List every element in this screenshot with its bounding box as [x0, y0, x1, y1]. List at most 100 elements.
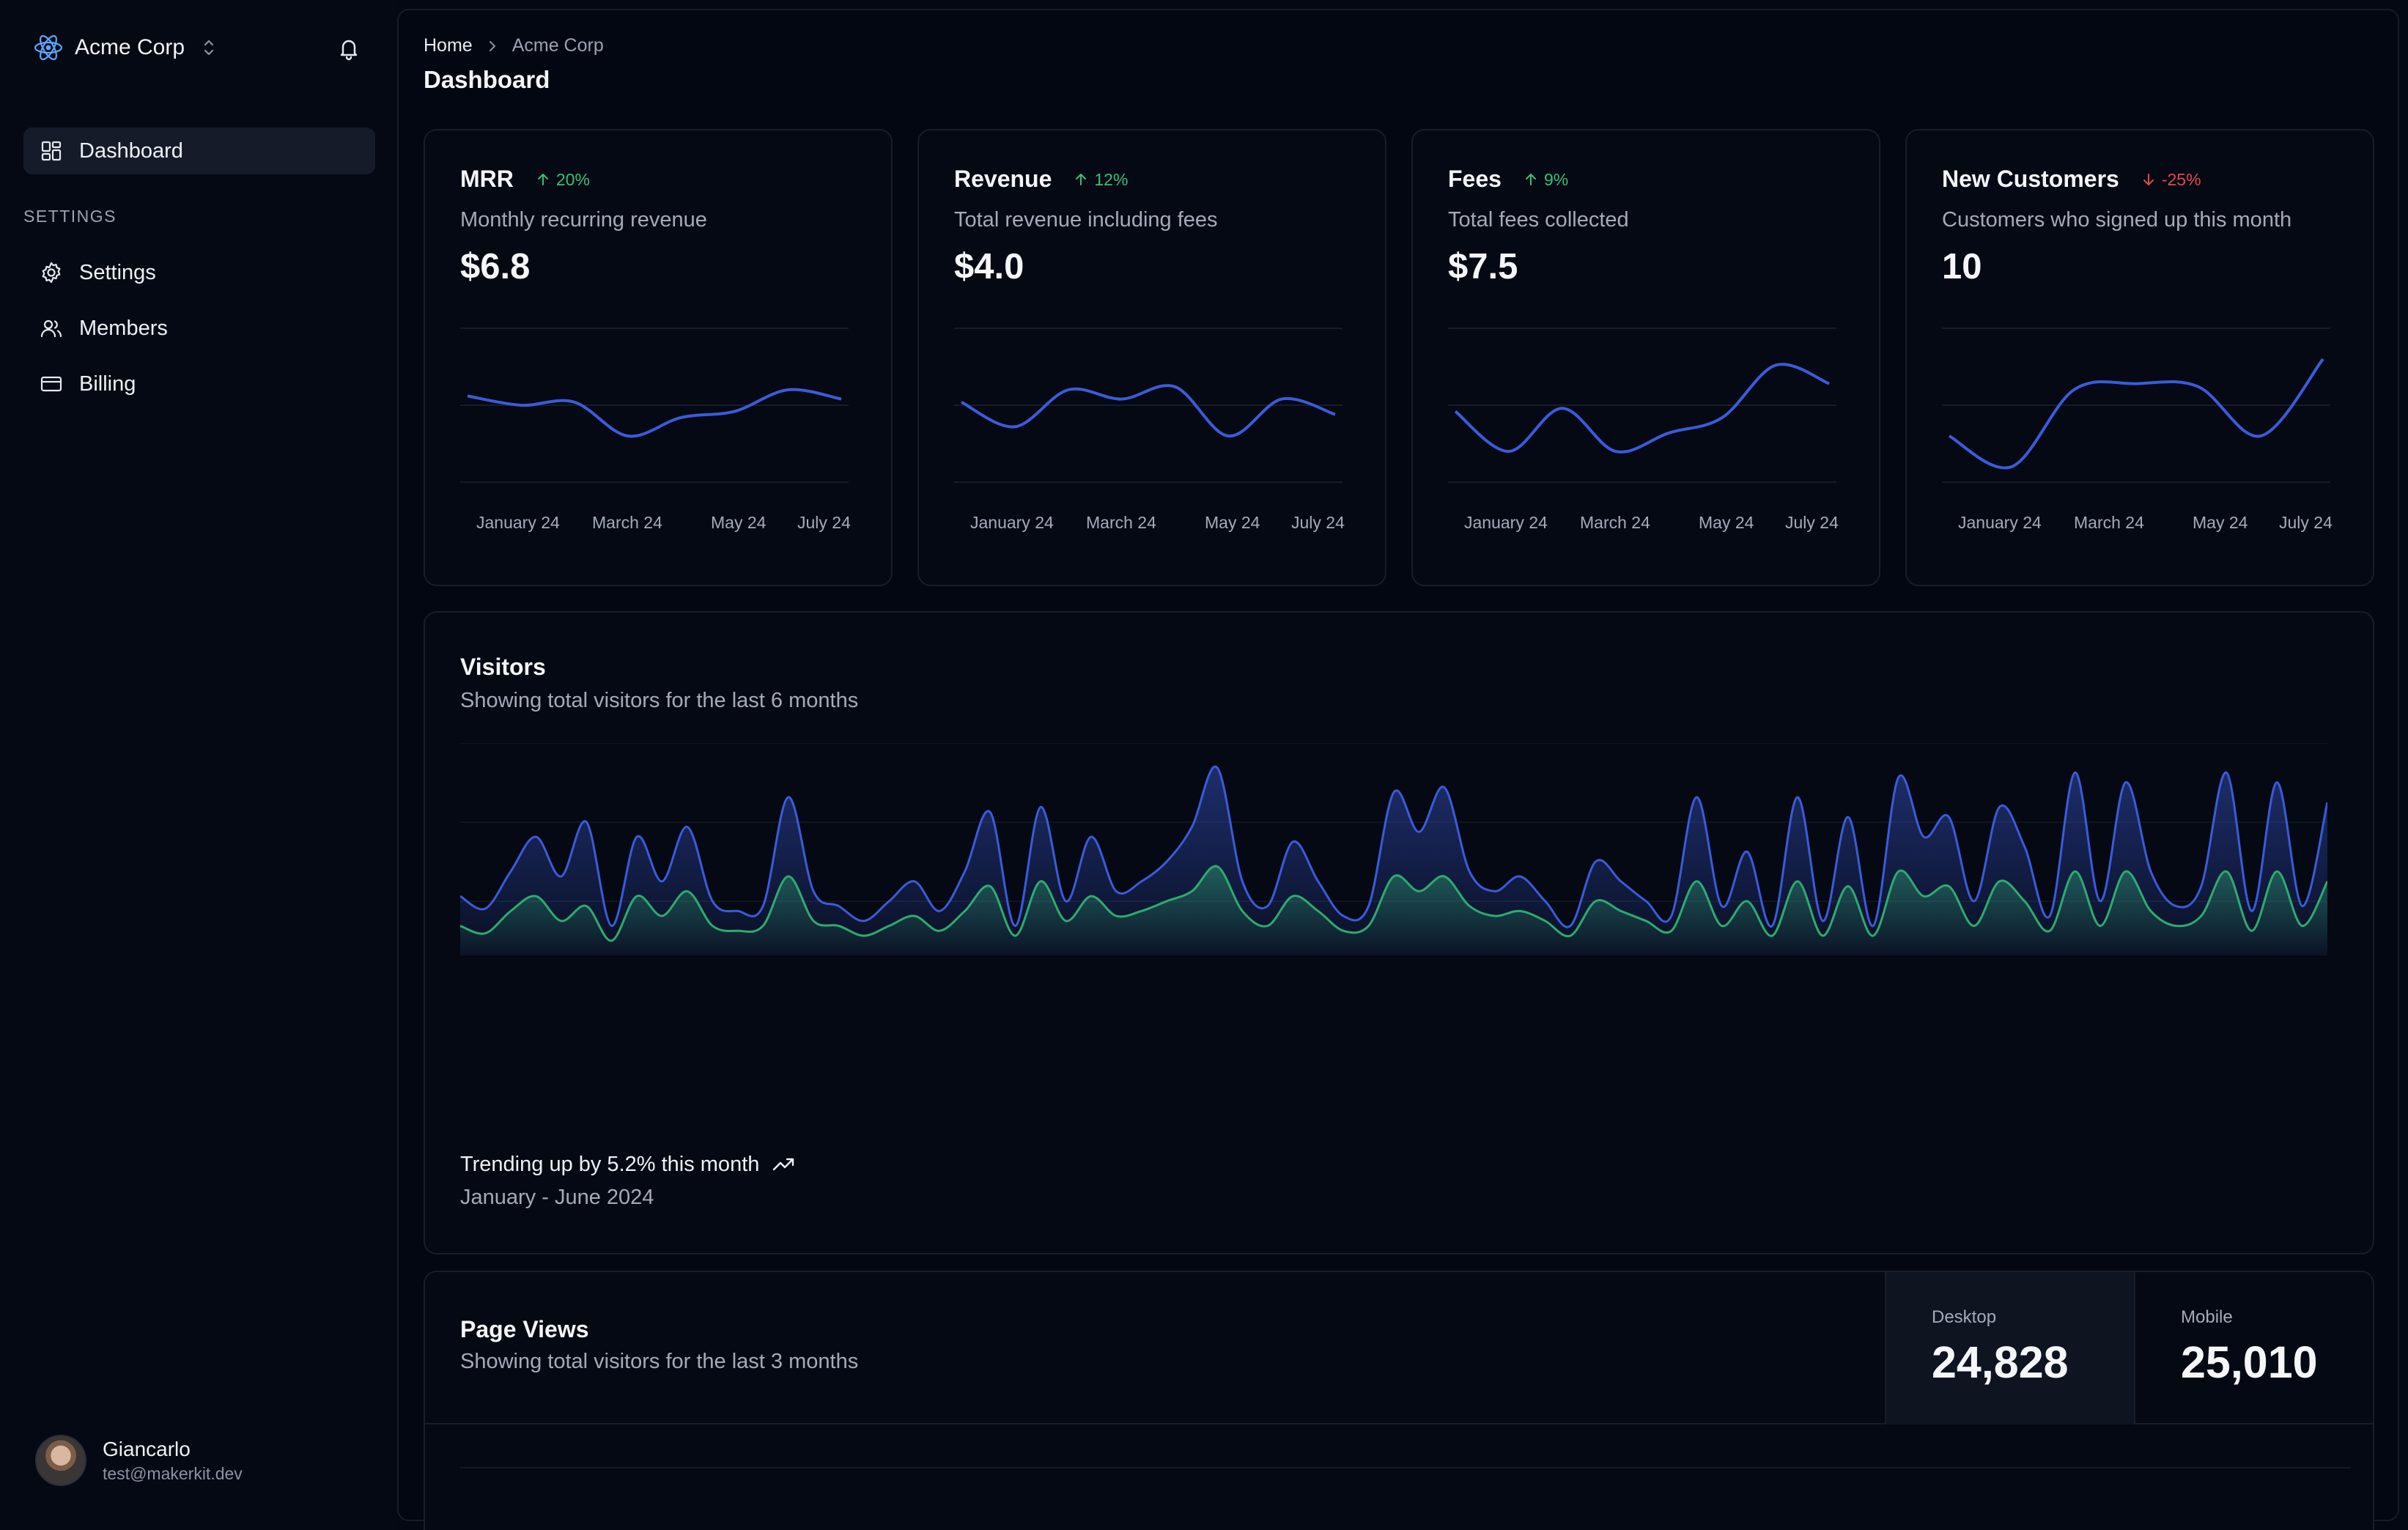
kpi-title: MRR: [460, 166, 514, 192]
sidebar-item-members[interactable]: Members: [23, 305, 375, 352]
x-tick-label: January 24: [476, 513, 560, 532]
kpi-value: 10: [1942, 247, 1982, 287]
trend-value: -25%: [2161, 169, 2201, 189]
x-tick-label: March 24: [1580, 513, 1650, 532]
sidebar-item-dashboard[interactable]: Dashboard: [23, 128, 375, 174]
kpi-card-fees: Fees 9% Total fees collected $7.5 Januar…: [1411, 129, 1880, 586]
mobile-toggle[interactable]: Mobile 25,010: [2134, 1272, 2376, 1424]
kpi-description: Total fees collected: [1448, 208, 1629, 232]
kpi-description: Customers who signed up this month: [1942, 208, 2292, 232]
kpi-title: Fees: [1448, 166, 1502, 192]
x-tick-label: March 24: [2074, 513, 2144, 532]
sidebar-item-label: Members: [79, 316, 168, 340]
visitors-title: Visitors: [460, 654, 546, 680]
visitors-area-chart: [460, 743, 2327, 956]
x-tick-label: January 24: [1464, 513, 1548, 532]
arrow-up-icon: [537, 174, 548, 185]
breadcrumb: Home Acme Corp: [424, 35, 604, 56]
settings-section-label: SETTINGS: [23, 207, 117, 226]
kpi-value: $4.0: [954, 247, 1024, 287]
page-views-card: Page Views Showing total visitors for th…: [424, 1271, 2374, 1530]
trend-badge: 20%: [536, 170, 590, 190]
sidebar-item-label: Settings: [79, 260, 156, 284]
x-tick-label: May 24: [2193, 513, 2248, 532]
trend-badge: -25%: [2141, 170, 2201, 190]
sparkline-chart: [1942, 328, 2330, 483]
series-line: [961, 384, 1336, 438]
chevron-right-icon: [489, 40, 495, 51]
kpi-card-new-customers: New Customers -25% Customers who signed …: [1905, 129, 2374, 586]
arrow-down-icon: [2143, 174, 2154, 185]
visitors-description: Showing total visitors for the last 6 mo…: [460, 689, 859, 712]
sparkline-chart: [1448, 328, 1836, 483]
arrow-up-icon: [1525, 174, 1536, 185]
kpi-title: New Customers: [1942, 166, 2119, 192]
arrow-up-icon: [1076, 174, 1087, 185]
page-views-header: Page Views Showing total visitors for th…: [425, 1272, 2373, 1424]
sidebar: Acme Corp Dashboard SETTINGS Settings Me…: [0, 0, 397, 1530]
kpi-card-mrr: MRR 20% Monthly recurring revenue $6.8 J…: [424, 129, 893, 586]
trend-text: Trending up by 5.2% this month: [460, 1152, 760, 1176]
bell-icon[interactable]: [333, 32, 365, 64]
page-views-title: Page Views: [460, 1316, 589, 1342]
kpi-title: Revenue: [954, 166, 1052, 192]
kpi-description: Total revenue including fees: [954, 208, 1218, 232]
page-title: Dashboard: [424, 66, 550, 93]
sidebar-item-label: Dashboard: [79, 138, 183, 163]
series-line: [467, 388, 842, 438]
credit-card-icon: [40, 376, 62, 392]
chart-gridline: [460, 1467, 2351, 1468]
trend-badge: 12%: [1074, 170, 1128, 190]
desktop-value: 24,828: [1932, 1337, 2069, 1387]
user-name: Giancarlo: [103, 1437, 191, 1460]
page-views-description: Showing total visitors for the last 3 mo…: [460, 1350, 859, 1373]
trend-value: 12%: [1094, 169, 1129, 189]
kpi-card-revenue: Revenue 12% Total revenue including fees…: [917, 129, 1386, 586]
series-line: [1948, 358, 2324, 470]
x-tick-label: July 24: [2279, 513, 2333, 532]
app-root: Acme Corp Dashboard SETTINGS Settings Me…: [0, 0, 2408, 1530]
breadcrumb-home-link[interactable]: Home: [424, 35, 473, 56]
user-email: test@makerkit.dev: [103, 1463, 243, 1483]
kpi-description: Monthly recurring revenue: [460, 208, 707, 232]
x-tick-label: March 24: [592, 513, 662, 532]
breadcrumb-current: Acme Corp: [511, 35, 604, 56]
users-icon: [40, 319, 62, 338]
org-switcher[interactable]: Acme Corp: [32, 29, 217, 66]
user-menu[interactable]: Giancarlo test@makerkit.dev: [35, 1435, 243, 1486]
x-tick-label: March 24: [1086, 513, 1156, 532]
date-range: January - June 2024: [460, 1186, 654, 1209]
trend-value: 9%: [1543, 169, 1569, 189]
mobile-value: 25,010: [2181, 1337, 2318, 1387]
series-line: [1454, 363, 1830, 454]
org-name: Acme Corp: [75, 35, 185, 59]
x-tick-label: January 24: [1958, 513, 2042, 532]
main-panel: Home Acme Corp Dashboard MRR 20% Monthly…: [397, 9, 2399, 1530]
x-tick-label: July 24: [797, 513, 851, 532]
gear-icon: [42, 262, 61, 284]
mobile-label: Mobile: [2181, 1307, 2233, 1327]
x-tick-label: May 24: [1699, 513, 1754, 532]
sidebar-item-billing[interactable]: Billing: [23, 361, 375, 407]
visitors-card: Visitors Showing total visitors for the …: [424, 611, 2374, 1254]
x-tick-label: July 24: [1785, 513, 1839, 532]
trending-up-icon: [773, 1158, 794, 1171]
x-tick-label: May 24: [1205, 513, 1260, 532]
sidebar-item-settings[interactable]: Settings: [23, 249, 375, 296]
x-tick-label: January 24: [970, 513, 1054, 532]
dashboard-icon: [41, 141, 62, 161]
kpi-value: $6.8: [460, 247, 531, 287]
trend-value: 20%: [555, 169, 590, 189]
chevrons-up-down-icon: [204, 40, 214, 56]
sparkline-chart: [460, 328, 849, 483]
avatar: [35, 1435, 86, 1486]
sidebar-item-label: Billing: [79, 372, 136, 396]
sparkline-chart: [954, 328, 1343, 483]
react-logo-icon: [34, 34, 63, 61]
trend-badge: 9%: [1524, 170, 1568, 190]
desktop-label: Desktop: [1932, 1307, 1997, 1327]
x-tick-label: July 24: [1291, 513, 1345, 532]
x-tick-label: May 24: [711, 513, 767, 532]
desktop-toggle[interactable]: Desktop 24,828: [1885, 1272, 2134, 1424]
trend-summary: Trending up by 5.2% this month: [460, 1152, 796, 1177]
